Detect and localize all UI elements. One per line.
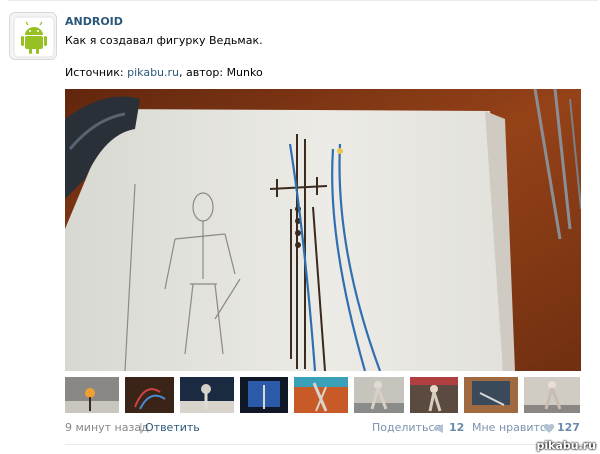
author-name[interactable]: ANDROID xyxy=(65,15,123,28)
post-time[interactable]: 9 минут назад xyxy=(65,421,149,434)
megaphone-icon xyxy=(434,424,443,433)
like-count: 127 xyxy=(557,421,580,434)
thumbnail[interactable] xyxy=(354,377,404,413)
thumbnail[interactable] xyxy=(180,377,234,413)
reply-link[interactable]: Ответить xyxy=(145,421,200,434)
post-footer: 9 минут назад | Ответить Поделиться 12 М… xyxy=(65,421,581,437)
photo-thumbnails xyxy=(65,377,585,413)
thumbnail[interactable] xyxy=(240,377,288,413)
thumbnail[interactable] xyxy=(294,377,348,413)
heart-icon xyxy=(543,423,555,433)
like-button[interactable]: Мне нравится xyxy=(472,421,553,434)
main-photo[interactable] xyxy=(65,89,581,371)
post-text: Как я создавал фигурку Ведьмак. xyxy=(65,34,263,47)
post-source: Источник: pikabu.ru, автор: Munko xyxy=(65,66,263,79)
thumbnail[interactable] xyxy=(125,377,174,413)
source-author: Munko xyxy=(226,66,263,79)
thumbnail[interactable] xyxy=(410,377,458,413)
android-robot-icon xyxy=(10,13,56,59)
thumbnail[interactable] xyxy=(524,377,580,413)
source-link[interactable]: pikabu.ru xyxy=(127,66,179,79)
wall-post: ANDROID Как я создавал фигурку Ведьмак. … xyxy=(0,0,600,454)
source-separator: , автор: xyxy=(179,66,227,79)
share-button[interactable]: Поделиться xyxy=(372,421,441,434)
thumbnail[interactable] xyxy=(65,377,119,413)
thumbnail[interactable] xyxy=(464,377,518,413)
avatar[interactable] xyxy=(9,12,57,60)
divider xyxy=(8,0,598,1)
source-prefix: Источник: xyxy=(65,66,128,79)
share-count: 12 xyxy=(449,421,465,434)
divider xyxy=(65,444,598,445)
watermark: pikabu.ru xyxy=(536,439,596,452)
separator: | xyxy=(139,421,143,434)
